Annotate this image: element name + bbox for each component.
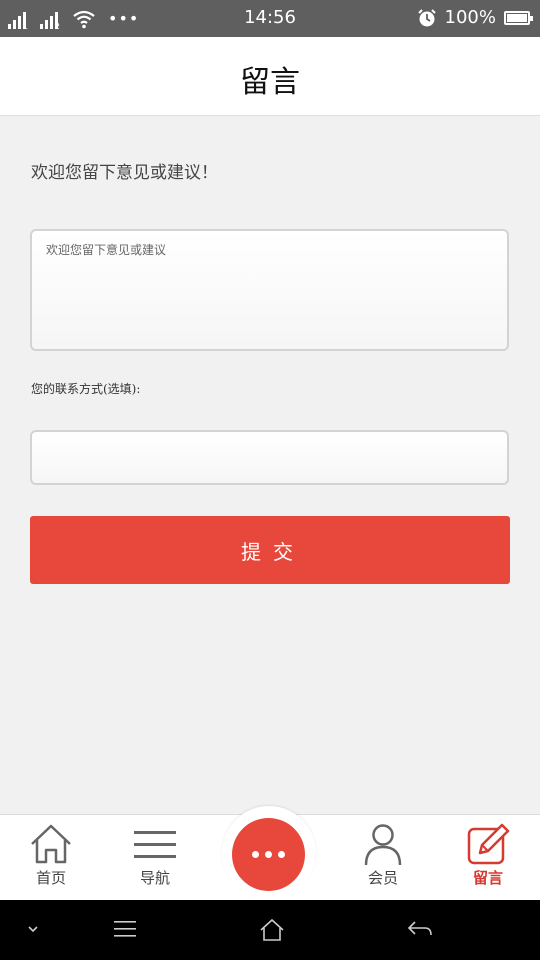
nav-label-member: 会员 — [367, 869, 398, 887]
user-icon — [364, 824, 402, 865]
alarm-icon — [417, 8, 436, 26]
nav-item-member[interactable]: 会员 — [343, 823, 423, 888]
battery-icon — [504, 10, 533, 25]
battery-percent: 100% — [444, 7, 496, 28]
page-title: 留言 — [240, 65, 300, 100]
edit-icon — [467, 823, 510, 865]
status-bar: 1 2 ••• 14:56 100% — [0, 0, 540, 37]
contact-label: 您的联系方式(选填): — [31, 382, 141, 396]
more-dots-icon[interactable] — [232, 818, 305, 891]
home-icon — [31, 824, 71, 864]
recent-apps-icon[interactable] — [113, 918, 137, 940]
contact-input[interactable] — [30, 430, 509, 485]
bottom-nav: 首页 导航 会员 留言 — [0, 806, 540, 900]
nav-label-home: 首页 — [35, 869, 66, 887]
welcome-text: 欢迎您留下意见或建议！ — [31, 163, 218, 183]
nav-item-message[interactable]: 留言 — [448, 823, 528, 888]
submit-button[interactable]: 提交 — [30, 516, 510, 584]
system-nav-bar — [0, 900, 540, 960]
nav-item-home[interactable]: 首页 — [11, 823, 91, 888]
home-button-icon[interactable] — [259, 918, 285, 942]
nav-label-navigation: 导航 — [139, 869, 170, 887]
message-textarea[interactable] — [30, 229, 509, 351]
nav-item-navigation[interactable]: 导航 — [115, 823, 195, 888]
menu-icon — [134, 831, 176, 858]
back-icon[interactable] — [407, 918, 433, 940]
nav-label-message: 留言 — [472, 869, 503, 887]
page-header: 留言 — [0, 37, 540, 116]
status-right: 100% — [417, 7, 533, 28]
chevron-down-icon[interactable] — [27, 924, 39, 934]
